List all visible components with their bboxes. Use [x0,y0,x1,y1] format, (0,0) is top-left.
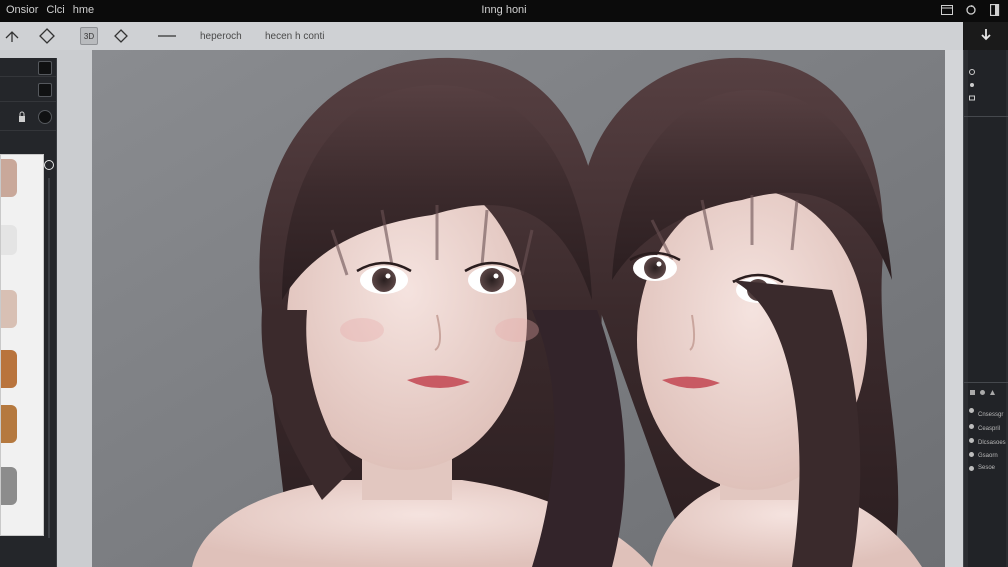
diamond-select-icon[interactable] [38,27,56,45]
property-label-2[interactable]: Ceaspril [978,426,1000,432]
3d-icon[interactable]: 3D [80,27,98,45]
properties-panel: Cnsessgr Ceaspril Dlcsasoes Gsaorn Sesoe [963,50,1008,567]
panel-menu-button[interactable] [38,61,52,75]
portrait-artwork [92,50,945,567]
thumbnail-item[interactable] [1,467,17,505]
window-controls [940,3,1002,17]
property-label-4[interactable]: Gsaorn [978,453,998,459]
thumbnail-strip [0,154,44,536]
panel-divider [964,116,1008,117]
panel-row-2 [0,77,56,102]
property-bullet-icon [969,438,974,443]
dot-icon[interactable] [969,75,975,87]
panel-option-button[interactable] [38,83,52,97]
property-bullet-icon [969,424,974,429]
panel-header-row [0,58,56,77]
thumbnail-item[interactable] [1,405,17,443]
3d-label: 3D [83,31,95,41]
style-tab-icon[interactable] [990,382,995,400]
property-label-3[interactable]: Dlcsasoes [978,440,1006,446]
pen-tool-icon[interactable] [3,27,21,45]
circle-icon[interactable] [969,62,975,75]
layer-tab-icon[interactable] [970,382,975,400]
visibility-toggle[interactable] [38,110,52,124]
property-label-1[interactable]: Cnsessgr [978,412,1003,418]
adjust-tab-icon[interactable] [980,382,985,400]
toolbar: 3D heperoch hecen h conti [0,22,963,51]
canvas-edge [945,50,963,567]
lock-icon[interactable] [18,110,26,128]
title-bar: Onsior Clci hme Inng honi [0,0,1008,23]
properties-tabs [970,386,1000,396]
toolbar-text-1[interactable]: heperoch [200,31,242,42]
canvas[interactable] [92,50,945,567]
property-bullet-icon [969,408,974,413]
layers-panel [0,58,57,567]
property-label-5[interactable]: Sesoe [978,465,995,471]
toolbar-text-2[interactable]: hecen h conti [265,31,325,42]
property-bullet-icon [969,466,974,471]
line-tool-icon[interactable] [158,27,176,45]
arrow-down-icon[interactable] [979,27,993,46]
window-icon[interactable] [940,3,954,17]
window-title: Inng honi [481,4,527,16]
thumbnail-item[interactable] [1,159,17,197]
properties-inner [968,50,1006,567]
property-bullet-icon [969,452,974,457]
thumbnail-item[interactable] [1,350,17,388]
diamond-small-icon[interactable] [112,27,130,45]
thumbnail-item[interactable] [1,290,17,328]
panel-row-3 [0,104,56,131]
scrollbar-track[interactable] [48,178,50,538]
panel-icon[interactable] [988,3,1002,17]
scroll-handle[interactable] [44,160,54,170]
thumbnail-item[interactable] [1,225,17,255]
refresh-icon[interactable] [964,3,978,17]
right-panel-header [963,22,1008,50]
camera-icon[interactable] [969,88,975,101]
